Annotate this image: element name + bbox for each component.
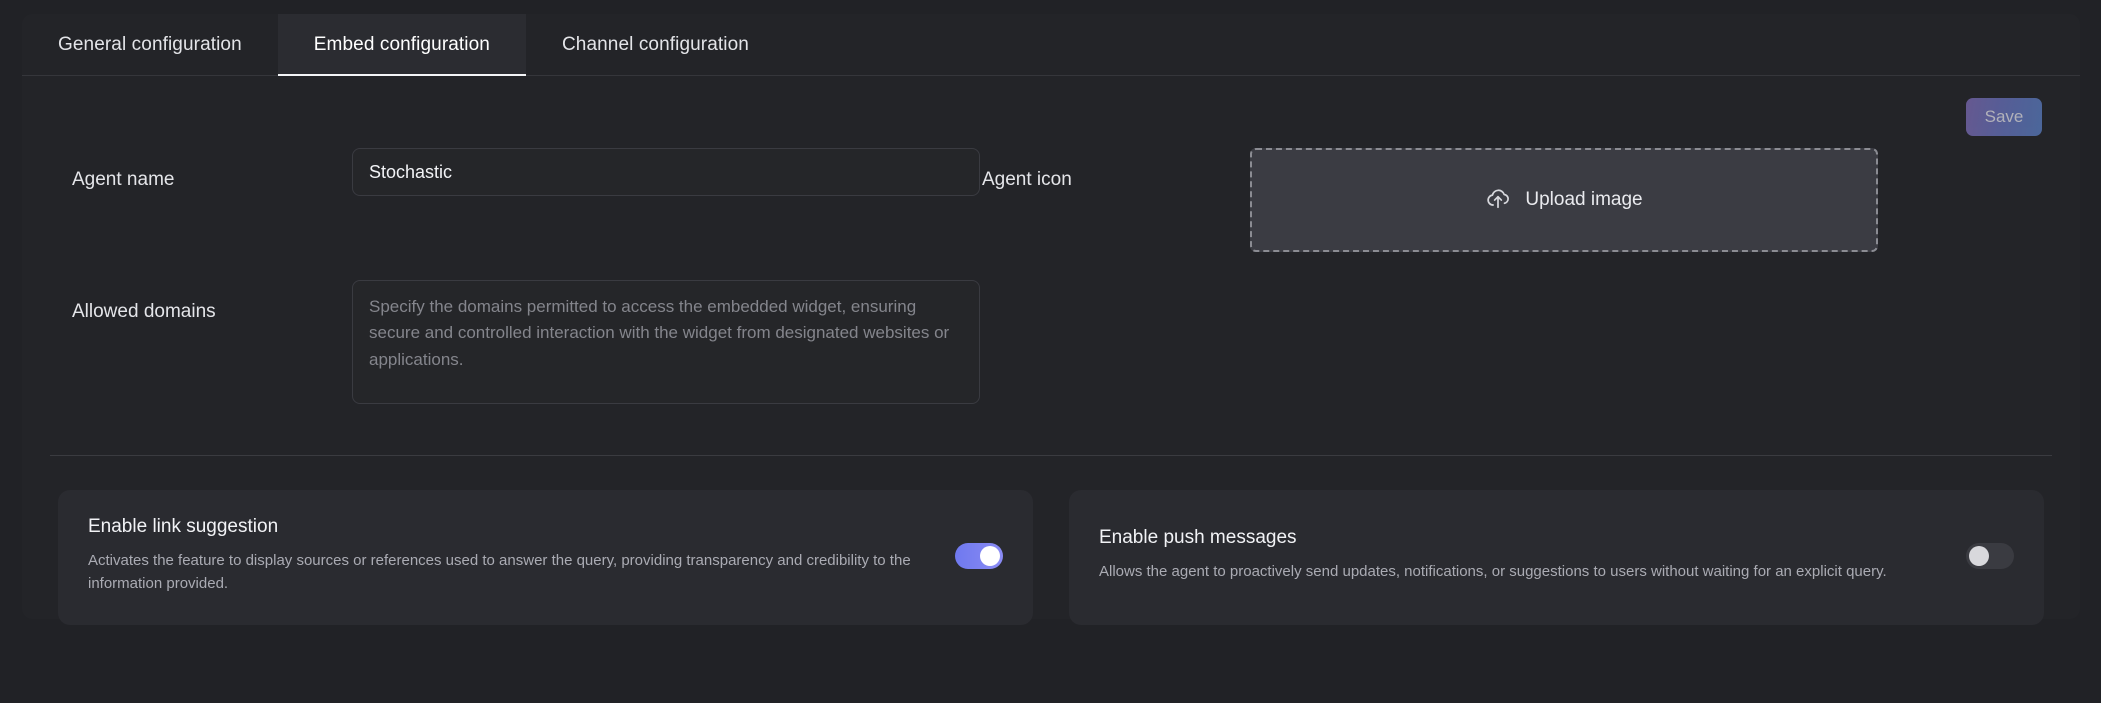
tab-label: Embed configuration [313, 33, 490, 55]
form-spacer-field [1250, 280, 1880, 437]
card-title: Enable link suggestion [88, 516, 279, 537]
card-description: Allows the agent to proactively send upd… [1099, 563, 1887, 581]
feature-cards: Enable link suggestion Activates the fea… [22, 456, 2080, 625]
embed-configuration-form: Agent name Agent icon Upload image [22, 148, 2080, 437]
tab-label: Channel configuration [561, 33, 749, 55]
card-enable-link-suggestion: Enable link suggestion Activates the fea… [58, 490, 1033, 625]
save-button[interactable]: Save [1966, 98, 2042, 136]
card-enable-push-messages: Enable push messages Allows the agent to… [1069, 490, 2044, 625]
card-description: Activates the feature to display sources… [88, 552, 911, 592]
agent-name-input[interactable] [352, 148, 980, 196]
card-text: Enable push messages Allows the agent to… [1099, 527, 1946, 584]
tab-embed-configuration[interactable]: Embed configuration [277, 14, 527, 76]
agent-icon-label: Agent icon [982, 169, 1072, 190]
settings-panel: General configuration Embed configuratio… [22, 14, 2080, 625]
allowed-domains-textarea[interactable] [352, 280, 980, 404]
agent-name-field-cell [352, 148, 982, 280]
tab-bar: General configuration Embed configuratio… [22, 14, 2080, 76]
toggle-enable-link-suggestion[interactable] [955, 542, 1003, 569]
tab-general-configuration[interactable]: General configuration [22, 14, 278, 75]
tab-channel-configuration[interactable]: Channel configuration [526, 14, 785, 75]
toggle-enable-push-messages[interactable] [1966, 542, 2014, 569]
upload-image-dropzone[interactable]: Upload image [1250, 148, 1878, 252]
allowed-domains-label: Allowed domains [72, 301, 216, 322]
toggle-knob [980, 545, 1000, 566]
page-root: General configuration Embed configuratio… [0, 0, 2101, 703]
card-text: Enable link suggestion Activates the fea… [88, 516, 935, 595]
form-spacer-label [982, 280, 1250, 437]
toggle-knob [1969, 545, 1989, 566]
card-title: Enable push messages [1099, 527, 1297, 549]
agent-icon-field-cell: Upload image [1250, 148, 1880, 280]
cloud-upload-icon [1485, 185, 1511, 216]
agent-name-label: Agent name [72, 169, 175, 190]
upload-image-label: Upload image [1525, 189, 1643, 210]
allowed-domains-field-cell [352, 280, 982, 437]
save-row: Save [22, 76, 2080, 148]
tab-label: General configuration [58, 33, 242, 55]
